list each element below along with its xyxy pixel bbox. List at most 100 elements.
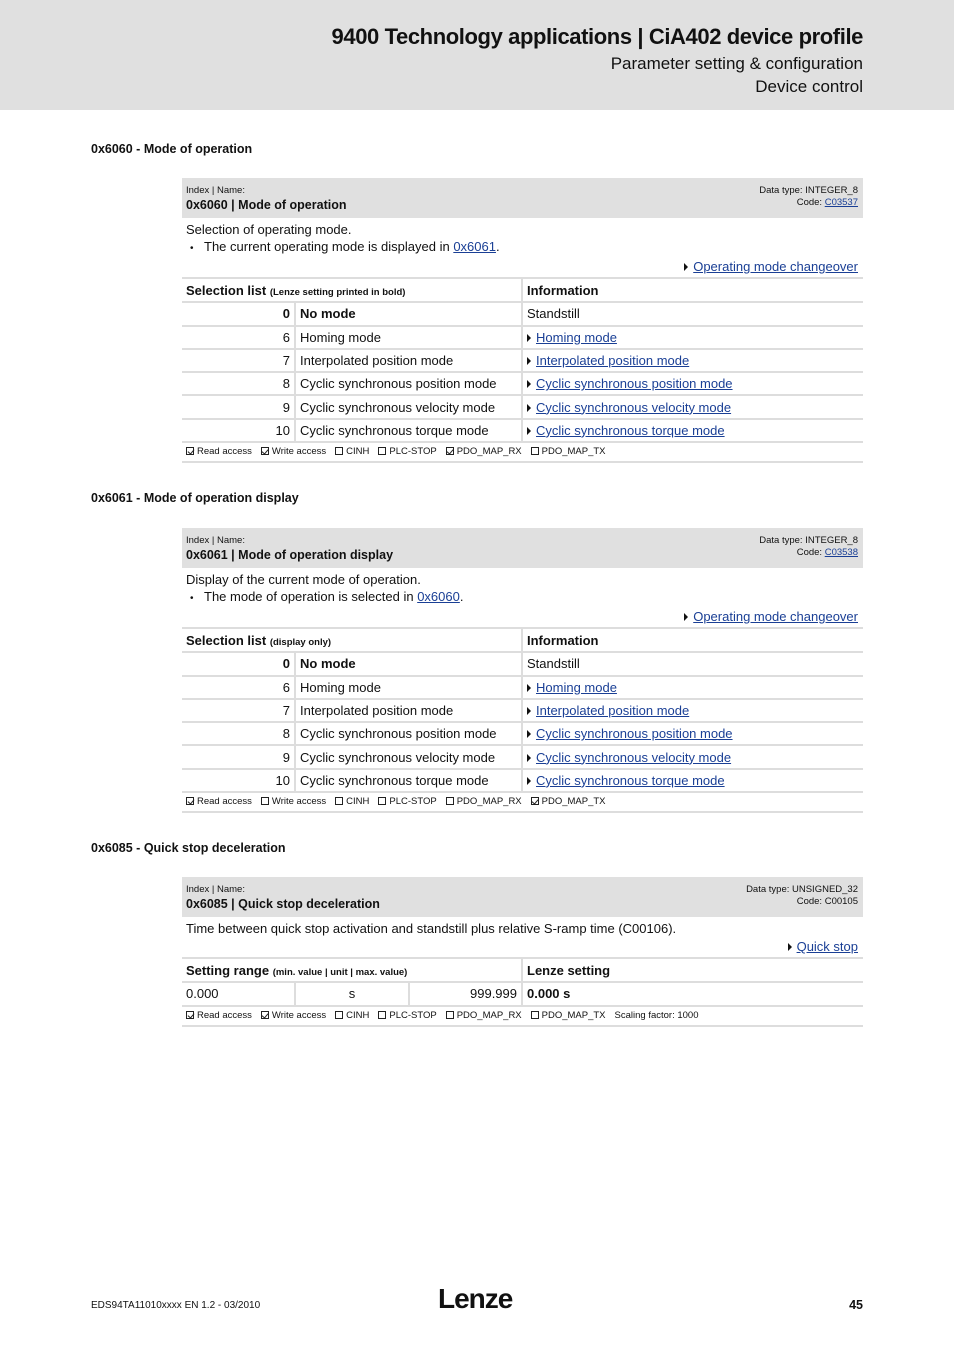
operating-mode-changeover-link[interactable]: Operating mode changeover [693,259,858,274]
selection-value: 8 [182,372,296,397]
information-link[interactable]: Cyclic synchronous position mode [536,376,733,391]
section-title: Device control [755,77,863,96]
information-cell: Cyclic synchronous torque mode [522,418,863,444]
data-type: Data type: UNSIGNED_32 [746,884,858,895]
information-header: Information [522,629,863,654]
parameter-name: 0x6085 | Quick stop deceleration [186,897,380,911]
checkbox-checked-icon [260,447,269,456]
information-link[interactable]: Cyclic synchronous velocity mode [536,750,731,765]
access-flag: PDO_MAP_TX [530,446,606,457]
arrow-right-icon [527,776,531,785]
selection-value: 0 [182,652,296,677]
access-flag: PDO_MAP_RX [445,796,522,807]
access-flag-label: PLC-STOP [389,446,437,458]
selection-label: Interpolated position mode [295,698,523,724]
arrow-right-icon [527,426,531,435]
selection-label: No mode [295,302,523,327]
selection-rows: 0 No mode Standstill 6 Homing mode Homing mod… [182,652,863,794]
setting-range-table: Setting range (min. value | unit | max. … [182,959,863,1007]
lenze-logo: Lenze [438,1283,513,1314]
checkbox-checked-icon [186,797,194,806]
quick-stop-link[interactable]: Quick stop [797,939,858,954]
access-flags: Read access Write access CINH PLC-STOP PDO_M… [182,1007,863,1027]
cross-ref-link-0x6060[interactable]: 0x6060 [417,589,460,604]
access-flag: Read access [186,796,252,807]
access-flag-label: PDO_MAP_RX [456,446,522,458]
selection-list-table: Selection list (Lenze setting printed in… [182,279,863,444]
access-flag-label: Write access [271,446,327,458]
see-also: Quick stop [182,937,863,959]
information-link[interactable]: Homing mode [536,680,617,695]
access-flag: PDO_MAP_RX [445,1009,522,1021]
access-flag: CINH [335,446,369,457]
page-header: 9400 Technology applications | CiA402 de… [0,0,954,110]
table-row: 9 Cyclic synchronous velocity mode Cyclic … [182,745,863,770]
code-link[interactable]: C03537 [825,197,858,208]
selection-label: Cyclic synchronous torque mode [295,768,523,794]
selection-value: 6 [182,675,296,700]
information-link[interactable]: Cyclic synchronous velocity mode [536,400,731,415]
selection-label: Interpolated position mode [295,348,523,374]
arrow-right-icon [787,943,792,951]
information-text: Standstill [527,656,580,672]
parameter-block-0x6060: Index | Name: 0x6060 | Mode of operation… [182,178,863,464]
selection-list-header: Selection list (display only) [182,629,523,654]
information-cell: Cyclic synchronous velocity mode [522,745,863,770]
access-flag-label: CINH [346,446,370,458]
information-link[interactable]: Interpolated position mode [536,353,689,368]
min-value: 0.000 [182,982,296,1007]
section-heading-0x6061: 0x6061 - Mode of operation display [91,491,299,505]
access-flag-label: PDO_MAP_TX [541,796,606,808]
selection-value: 9 [182,745,296,770]
information-cell: Cyclic synchronous torque mode [522,768,863,794]
access-flag-label: PDO_MAP_RX [456,1009,522,1021]
information-link[interactable]: Interpolated position mode [536,703,689,718]
information-link[interactable]: Cyclic synchronous position mode [536,726,733,741]
checkbox-unchecked-icon [445,797,454,806]
index-name-label: Index | Name: [186,535,245,546]
arrow-right-icon [527,380,531,389]
information-link[interactable]: Cyclic synchronous torque mode [536,423,725,438]
checkbox-unchecked-icon [335,447,344,456]
parameter-name: 0x6061 | Mode of operation display [186,548,394,562]
selection-label: Cyclic synchronous velocity mode [295,395,523,420]
information-link[interactable]: Cyclic synchronous torque mode [536,773,725,788]
access-flag: Read access [186,1010,252,1021]
description-bullet: The mode of operation is selected in 0x6… [186,588,859,607]
arrow-right-icon [527,683,531,692]
selection-label: Cyclic synchronous position mode [295,722,523,747]
checkbox-unchecked-icon [530,447,539,456]
information-link[interactable]: Homing mode [536,330,617,345]
checkbox-checked-icon [530,797,539,806]
access-flag: Write access [260,1010,326,1021]
parameter-description: Selection of operating mode. The current… [182,218,863,257]
lenze-setting-value: 0.000 s [522,982,863,1007]
description-text: Time between quick stop activation and s… [186,921,677,936]
selection-value: 7 [182,348,296,374]
arrow-right-icon [527,357,531,366]
table-row: 0.000 s 999.999 0.000 s [182,982,863,1007]
document-id: EDS94TA11010xxxx EN 1.2 - 03/2010 [91,1300,261,1311]
table-row: 10 Cyclic synchronous torque mode Cyclic s… [182,418,863,444]
table-row: 10 Cyclic synchronous torque mode Cyclic s… [182,768,863,794]
checkbox-unchecked-icon [378,447,387,456]
information-cell: Homing mode [522,325,863,350]
data-type: Data type: INTEGER_8 [759,185,858,196]
access-flag: PLC-STOP [378,446,437,458]
operating-mode-changeover-link[interactable]: Operating mode changeover [693,609,858,624]
parameter-name-bar: Index | Name: 0x6085 | Quick stop decele… [182,877,863,917]
selection-rows: 0 No mode Standstill 6 Homing mode Homing mod… [182,302,863,444]
parameter-name-bar: Index | Name: 0x6060 | Mode of operation… [182,178,863,218]
cross-ref-link-0x6061[interactable]: 0x6061 [453,239,496,254]
checkbox-unchecked-icon [445,1010,454,1019]
selection-value: 6 [182,325,296,350]
checkbox-unchecked-icon [260,797,269,806]
selection-label: Homing mode [295,325,523,350]
checkbox-unchecked-icon [378,1010,387,1019]
access-flag-label: PLC-STOP [389,1009,437,1021]
unit: s [295,982,410,1007]
parameter-name-bar: Index | Name: 0x6061 | Mode of operation… [182,528,863,568]
checkbox-unchecked-icon [335,797,344,806]
parameter-code: Code: C00105 [796,896,858,907]
code-link[interactable]: C03538 [825,547,858,558]
